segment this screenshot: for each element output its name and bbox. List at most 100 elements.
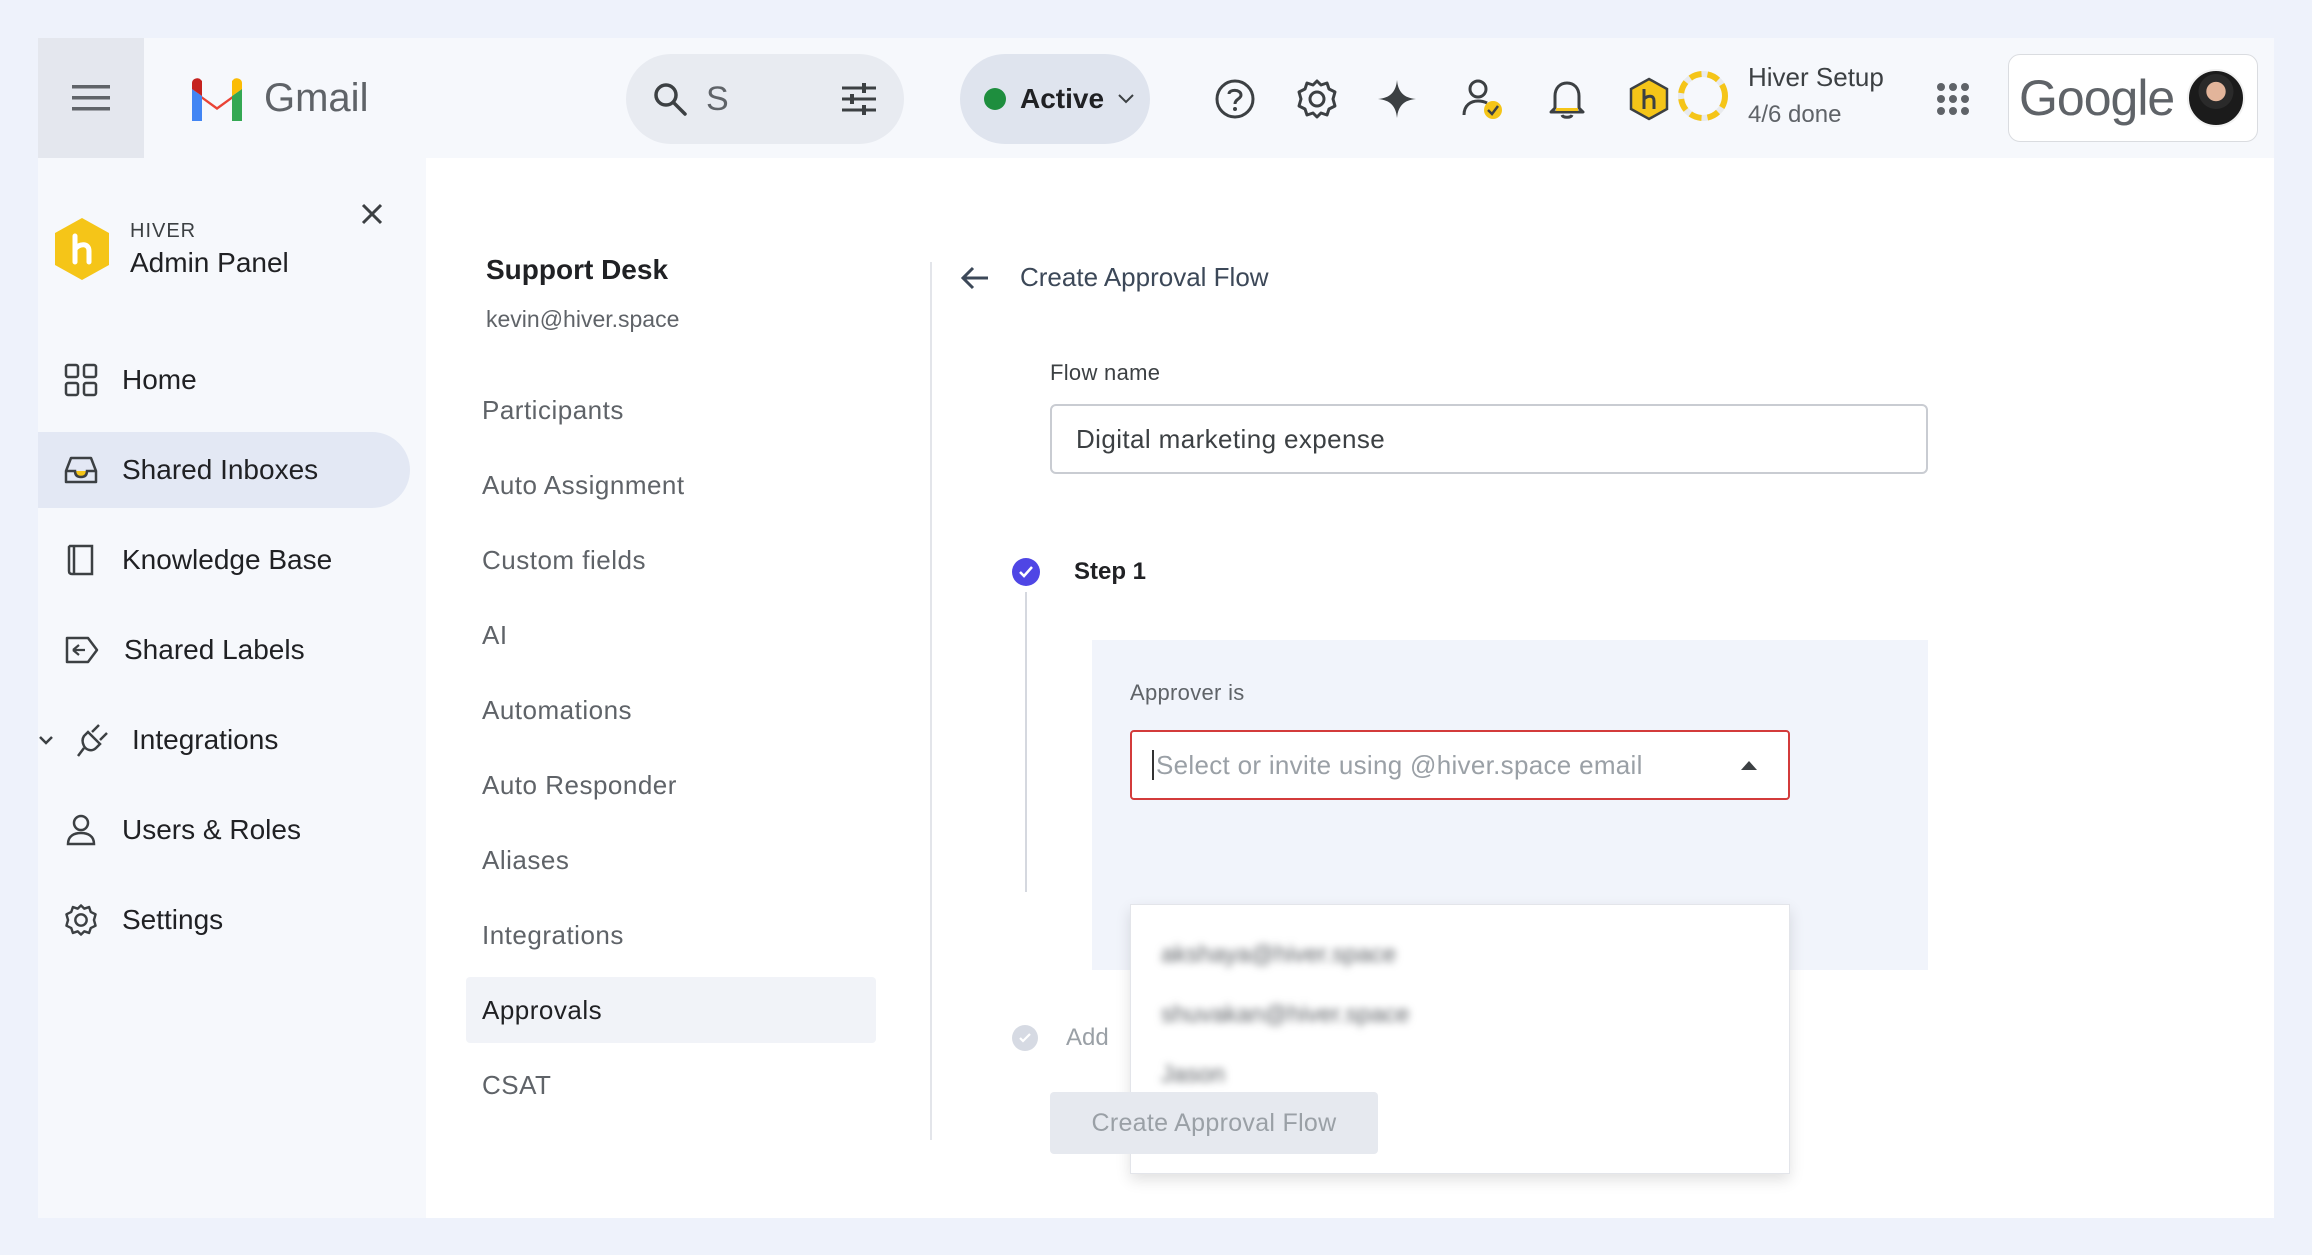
- nav-item-knowledge-base[interactable]: Knowledge Base: [38, 522, 410, 598]
- create-approval-flow-button[interactable]: Create Approval Flow: [1050, 1092, 1378, 1154]
- admin-brand: HIVER Admin Panel: [52, 216, 289, 282]
- admin-nav: Home Shared Inboxes Knowledge Base Share…: [38, 342, 426, 972]
- notifications-button[interactable]: [1544, 76, 1590, 122]
- ai-sparkle-button[interactable]: [1374, 76, 1420, 122]
- search-input[interactable]: S: [706, 80, 840, 119]
- settings-list: Participants Auto Assignment Custom fiel…: [466, 377, 876, 1118]
- search-bar[interactable]: S: [626, 54, 904, 144]
- hamburger-icon: [72, 85, 110, 111]
- filter-options-icon[interactable]: [840, 82, 878, 116]
- nav-label: Home: [122, 364, 197, 395]
- settings-item-ai[interactable]: AI: [466, 602, 876, 668]
- chevron-down-icon[interactable]: [38, 734, 54, 746]
- apps-button[interactable]: [1930, 76, 1976, 122]
- approver-label: Approver is: [1130, 680, 1245, 705]
- nav-label: Shared Inboxes: [122, 454, 319, 485]
- approver-select[interactable]: Select or invite using @hiver.space emai…: [1130, 730, 1790, 800]
- gmail-m-icon: [192, 77, 242, 121]
- setup-progress-text: 4/6 done: [1748, 101, 1842, 128]
- check-circle-icon: [1012, 1025, 1038, 1051]
- back-arrow-icon[interactable]: [960, 265, 990, 291]
- dropdown-option[interactable]: akshaya@hiver.space: [1131, 925, 1789, 985]
- settings-item-automations[interactable]: Automations: [466, 677, 876, 743]
- setup-title: Hiver Setup: [1748, 62, 1884, 92]
- settings-item-approvals[interactable]: Approvals: [466, 977, 876, 1043]
- sparkle-icon: [1378, 80, 1416, 118]
- app-frame: Gmail S Active Hiver Setup 4/6 done Goog…: [38, 38, 2274, 1218]
- top-bar: Gmail S Active Hiver Setup 4/6 done Goog…: [38, 38, 2274, 158]
- gear-icon: [65, 904, 97, 936]
- form-header: Create Approval Flow: [960, 262, 1960, 293]
- flow-name-input[interactable]: Digital marketing expense: [1050, 404, 1928, 474]
- nav-label: Integrations: [132, 724, 279, 755]
- inbox-name: Support Desk: [486, 254, 669, 285]
- text-cursor: [1152, 750, 1154, 780]
- settings-item-custom-fields[interactable]: Custom fields: [466, 527, 876, 593]
- nav-item-settings[interactable]: Settings: [38, 882, 410, 958]
- admin-sidebar: HIVER Admin Panel Home Shared Inboxes Kn…: [38, 158, 426, 1218]
- inbox-email: kevin@hiver.space: [486, 306, 680, 332]
- settings-item-aliases[interactable]: Aliases: [466, 827, 876, 893]
- nav-item-users-roles[interactable]: Users & Roles: [38, 792, 410, 868]
- settings-item-integrations[interactable]: Integrations: [466, 902, 876, 968]
- settings-item-auto-responder[interactable]: Auto Responder: [466, 752, 876, 818]
- status-dot-icon: [984, 88, 1006, 110]
- approval-flow-form: Create Approval Flow Flow name Digital m…: [960, 262, 1960, 1174]
- gmail-title: Gmail: [264, 76, 369, 120]
- main-menu-button[interactable]: [38, 38, 144, 158]
- inbox-icon: [64, 456, 98, 484]
- apps-grid-icon: [1937, 83, 1969, 115]
- add-step-label[interactable]: Add: [1066, 1024, 1109, 1052]
- settings-button[interactable]: [1294, 76, 1340, 122]
- hiver-hex-icon: [1629, 77, 1669, 121]
- page-title: Create Approval Flow: [1020, 262, 1269, 292]
- google-logo: Google: [2019, 70, 2175, 126]
- close-panel-button[interactable]: [352, 194, 392, 234]
- nav-item-home[interactable]: Home: [38, 342, 410, 418]
- settings-item-auto-assignment[interactable]: Auto Assignment: [466, 452, 876, 518]
- user-availability-button[interactable]: [1460, 76, 1506, 122]
- hiver-extension-button[interactable]: [1626, 76, 1672, 122]
- label-icon: [65, 636, 99, 664]
- search-icon: [654, 83, 687, 116]
- nav-label: Users & Roles: [122, 814, 301, 845]
- nav-item-integrations[interactable]: Integrations: [38, 702, 410, 778]
- nav-label: Knowledge Base: [122, 544, 333, 575]
- approver-input[interactable]: Select or invite using @hiver.space emai…: [1156, 750, 1740, 781]
- google-account-button[interactable]: Google: [2008, 54, 2258, 142]
- add-step-row[interactable]: Add: [1012, 1024, 1109, 1052]
- close-icon: [361, 203, 383, 225]
- plug-icon: [77, 724, 108, 757]
- nav-label: Shared Labels: [124, 634, 305, 665]
- step-1-label: Step 1: [1074, 558, 1147, 585]
- dropdown-option[interactable]: shuvakan@hiver.space: [1131, 985, 1789, 1045]
- flow-name-label: Flow name: [1050, 360, 1161, 385]
- chevron-down-icon: [1118, 94, 1134, 104]
- nav-label: Settings: [122, 904, 224, 935]
- bell-icon: [1549, 81, 1585, 119]
- grid-icon: [64, 363, 98, 397]
- hiver-logo-icon: [55, 218, 109, 280]
- step-timeline: [1025, 592, 1027, 892]
- brand-name: HIVER: [130, 219, 197, 242]
- panel-title: Admin Panel: [130, 246, 289, 278]
- content-area: Support Desk kevin@hiver.space Participa…: [426, 158, 2274, 1218]
- book-icon: [67, 544, 94, 576]
- status-selector[interactable]: Active: [960, 54, 1150, 144]
- check-circle-icon: [1012, 558, 1040, 586]
- progress-ring-icon: [1678, 70, 1728, 121]
- chevron-up-icon[interactable]: [1740, 759, 1758, 771]
- status-label: Active: [1020, 83, 1105, 114]
- gmail-logo[interactable]: Gmail: [188, 76, 368, 121]
- settings-item-csat[interactable]: CSAT: [466, 1052, 876, 1118]
- gear-icon: [1297, 79, 1337, 119]
- nav-item-shared-inboxes[interactable]: Shared Inboxes: [38, 432, 410, 508]
- help-button[interactable]: [1212, 76, 1258, 122]
- column-divider: [930, 262, 932, 1140]
- avatar: [2187, 69, 2245, 127]
- nav-item-shared-labels[interactable]: Shared Labels: [38, 612, 410, 688]
- user-icon: [66, 814, 96, 846]
- inbox-settings-menu: Support Desk kevin@hiver.space Participa…: [466, 254, 876, 1127]
- settings-item-participants[interactable]: Participants: [466, 377, 876, 443]
- hiver-setup-progress[interactable]: Hiver Setup 4/6 done: [1676, 62, 1884, 129]
